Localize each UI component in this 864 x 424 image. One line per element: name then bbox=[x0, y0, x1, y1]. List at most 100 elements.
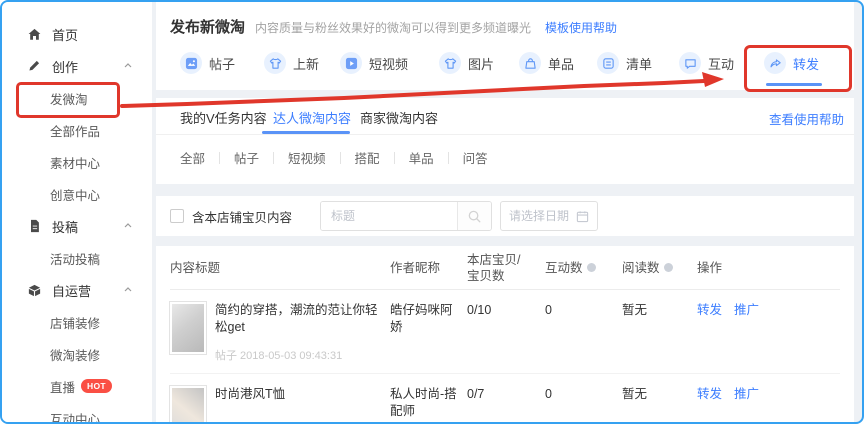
sidebar-item-all-works[interactable]: 全部作品 bbox=[2, 114, 152, 146]
tab-label: 互动 bbox=[708, 54, 734, 73]
table-row[interactable]: 简约的穿搭，潮流的范让你轻松get 帖子 2018-05-03 09:43:31… bbox=[170, 290, 840, 373]
pen-icon bbox=[26, 58, 42, 74]
document-icon bbox=[26, 218, 42, 234]
search-button[interactable] bbox=[457, 202, 491, 230]
content-title: 简约的穿搭，潮流的范让你轻松get bbox=[215, 302, 380, 336]
table-row[interactable]: 时尚港风T恤 帖子 2018-05-03 09:43:31 私人时尚-搭配师 0… bbox=[170, 373, 840, 424]
bag-icon bbox=[519, 52, 541, 74]
filter-all[interactable]: 全部 bbox=[180, 148, 219, 167]
tab-label: 转发 bbox=[793, 54, 819, 73]
sidebar-item-label: 微淘装修 bbox=[50, 345, 100, 364]
page-title: 发布新微淘 bbox=[170, 16, 245, 37]
tab-my-v-task-content[interactable]: 我的V任务内容 bbox=[180, 108, 267, 127]
title-search-box bbox=[320, 201, 492, 231]
content-table-card: 内容标题 作者昵称 本店宝贝/宝贝数 互动数 阅读数 操作 简约的 bbox=[156, 246, 854, 424]
sidebar-item-self-operation[interactable]: 自运营 bbox=[2, 274, 152, 306]
sidebar-item-live[interactable]: 直播 HOT bbox=[2, 370, 152, 402]
chevron-up-icon bbox=[124, 223, 132, 228]
items-count: 0/7 bbox=[467, 384, 545, 403]
hot-badge: HOT bbox=[81, 379, 112, 393]
sidebar-item-material-center[interactable]: 素材中心 bbox=[2, 146, 152, 178]
sidebar-item-shop-decoration[interactable]: 店铺装修 bbox=[2, 306, 152, 338]
type-filter-row: 全部 帖子 短视频 搭配 单品 问答 bbox=[180, 148, 854, 167]
title-search-input[interactable] bbox=[321, 202, 457, 230]
col-content-title: 内容标题 bbox=[170, 260, 390, 276]
date-input[interactable] bbox=[509, 209, 576, 223]
date-picker bbox=[500, 201, 598, 231]
sidebar-item-create[interactable]: 创作 bbox=[2, 50, 152, 82]
forward-link[interactable]: 转发 bbox=[697, 302, 722, 319]
tab-label: 上新 bbox=[293, 54, 319, 73]
forward-link[interactable]: 转发 bbox=[697, 386, 722, 403]
sidebar-item-label: 首页 bbox=[52, 25, 78, 44]
tab-label: 帖子 bbox=[209, 54, 235, 73]
chevron-up-icon bbox=[124, 63, 132, 68]
col-label: 互动数 bbox=[545, 260, 583, 276]
sidebar-item-label: 直播 bbox=[50, 377, 75, 396]
tab-daren-weitao-content[interactable]: 达人微淘内容 bbox=[273, 108, 351, 127]
home-icon bbox=[26, 26, 42, 42]
sidebar-item-publish-weitao[interactable]: 发微淘 bbox=[2, 82, 152, 114]
checkbox-label: 含本店铺宝贝内容 bbox=[192, 207, 292, 226]
tab-label: 单品 bbox=[548, 54, 574, 73]
info-icon[interactable] bbox=[664, 263, 673, 272]
tshirt-icon bbox=[264, 52, 286, 74]
reads-count: 暂无 bbox=[622, 384, 697, 403]
sidebar-item-creative-center[interactable]: 创意中心 bbox=[2, 178, 152, 210]
sidebar-item-label: 创意中心 bbox=[50, 185, 100, 204]
image-icon bbox=[439, 52, 461, 74]
sidebar-item-label: 店铺装修 bbox=[50, 313, 100, 332]
content-meta: 帖子 2018-05-03 09:43:31 bbox=[215, 419, 342, 424]
sidebar-item-label: 自运营 bbox=[52, 281, 91, 300]
sidebar-item-weitao-decoration[interactable]: 微淘装修 bbox=[2, 338, 152, 370]
tab-label: 清单 bbox=[626, 54, 652, 73]
tab-image[interactable]: 图片 bbox=[439, 52, 494, 74]
col-interactions: 互动数 bbox=[545, 260, 622, 276]
usage-help-link[interactable]: 查看使用帮助 bbox=[769, 109, 844, 128]
post-icon bbox=[180, 52, 202, 74]
tab-post[interactable]: 帖子 bbox=[180, 52, 235, 74]
sidebar-item-interaction-center[interactable]: 互动中心 bbox=[2, 402, 152, 424]
col-reads: 阅读数 bbox=[622, 260, 697, 276]
tab-forward[interactable]: 转发 bbox=[764, 52, 819, 74]
sidebar-item-submission[interactable]: 投稿 bbox=[2, 210, 152, 242]
sidebar-item-label: 素材中心 bbox=[50, 153, 100, 172]
filter-match[interactable]: 搭配 bbox=[341, 148, 394, 167]
author-name: 私人时尚-搭配师 bbox=[390, 384, 467, 420]
tab-merchant-weitao-content[interactable]: 商家微淘内容 bbox=[360, 108, 438, 127]
filter-qa[interactable]: 问答 bbox=[449, 148, 502, 167]
sidebar-item-label: 全部作品 bbox=[50, 121, 100, 140]
app-window: 首页 创作 发微淘 全部作品 素材中心 创意中心 投稿 bbox=[0, 0, 864, 424]
page-subtitle: 内容质量与粉丝效果好的微淘可以得到更多频道曝光 bbox=[255, 19, 531, 36]
box-icon bbox=[26, 282, 42, 298]
author-name: 皓仔妈咪阿娇 bbox=[390, 300, 467, 336]
include-shop-items-checkbox[interactable] bbox=[170, 209, 184, 223]
promote-link[interactable]: 推广 bbox=[734, 302, 759, 319]
calendar-icon[interactable] bbox=[576, 210, 589, 223]
tab-short-video[interactable]: 短视频 bbox=[340, 52, 408, 74]
reads-count: 暂无 bbox=[622, 300, 697, 319]
tab-list[interactable]: 清单 bbox=[597, 52, 652, 74]
row-thumbnail[interactable] bbox=[170, 386, 206, 424]
tab-interaction[interactable]: 互动 bbox=[679, 52, 734, 74]
tab-new-arrival[interactable]: 上新 bbox=[264, 52, 319, 74]
filter-post[interactable]: 帖子 bbox=[220, 148, 273, 167]
template-help-link[interactable]: 模板使用帮助 bbox=[545, 19, 617, 36]
promote-link[interactable]: 推广 bbox=[734, 386, 759, 403]
row-thumbnail[interactable] bbox=[170, 302, 206, 354]
filter-short-video[interactable]: 短视频 bbox=[274, 148, 340, 167]
sidebar-item-label: 活动投稿 bbox=[50, 249, 100, 268]
active-tab-underline bbox=[766, 83, 822, 86]
filter-single-item[interactable]: 单品 bbox=[395, 148, 448, 167]
forward-arrow-icon bbox=[764, 52, 786, 74]
sidebar-item-activity-submission[interactable]: 活动投稿 bbox=[2, 242, 152, 274]
info-icon[interactable] bbox=[587, 263, 596, 272]
col-shop-items: 本店宝贝/宝贝数 bbox=[467, 252, 537, 284]
col-label: 阅读数 bbox=[622, 260, 660, 276]
tab-single-item[interactable]: 单品 bbox=[519, 52, 574, 74]
table-header-row: 内容标题 作者昵称 本店宝贝/宝贝数 互动数 阅读数 操作 bbox=[170, 246, 840, 290]
sidebar: 首页 创作 发微淘 全部作品 素材中心 创意中心 投稿 bbox=[2, 2, 152, 422]
divider bbox=[156, 134, 854, 135]
chevron-up-icon bbox=[124, 287, 132, 292]
sidebar-item-home[interactable]: 首页 bbox=[2, 18, 152, 50]
